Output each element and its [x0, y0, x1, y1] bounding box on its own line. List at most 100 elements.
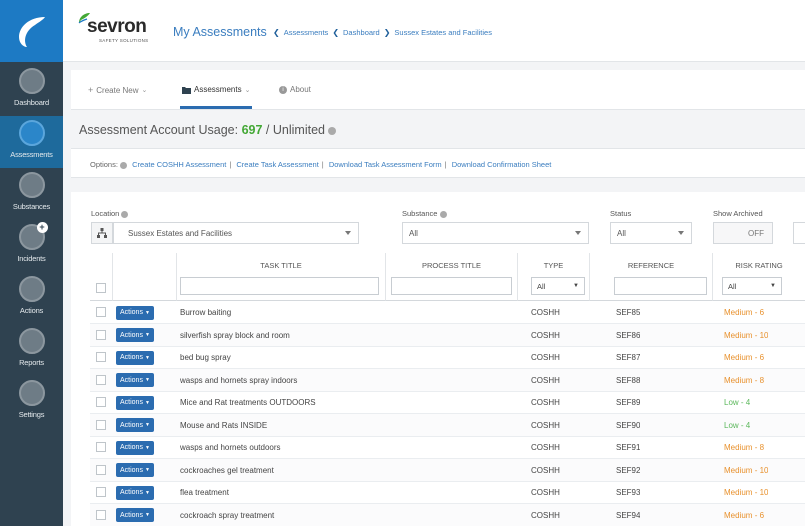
brand-logo[interactable]: sevron SAFETY SOLUTIONS	[77, 12, 167, 48]
create-coshh-link[interactable]: Create COSHH Assessment	[132, 160, 226, 169]
substance-select[interactable]: All	[402, 222, 589, 244]
create-task-link[interactable]: Create Task Assessment	[236, 160, 318, 169]
task-title-cell[interactable]: flea treatment	[180, 481, 385, 504]
risk-score: - 4	[740, 420, 751, 430]
sidebar-item-actions[interactable]: Actions	[0, 272, 63, 324]
actions-button[interactable]: Actions ▼	[116, 440, 154, 455]
tab-assessments[interactable]: Assessments ⌄	[182, 85, 250, 94]
select-all-checkbox[interactable]	[96, 283, 106, 293]
download-confirmation-link[interactable]: Download Confirmation Sheet	[452, 160, 552, 169]
next-filter-box[interactable]	[793, 222, 805, 244]
actions-button[interactable]: Actions ▼	[116, 485, 154, 500]
reference-cell: SEF88	[616, 375, 641, 385]
task-title-header[interactable]: TASK TITLE	[177, 261, 385, 270]
tab-create-new[interactable]: + Create New ⌄	[88, 85, 147, 95]
actions-icon	[18, 276, 45, 302]
table-row[interactable]: Actions ▼ flea treatment COSHH SEF93 Medium -…	[90, 481, 805, 504]
archived-toggle[interactable]: OFF	[713, 222, 773, 244]
reference-cell: SEF93	[616, 488, 641, 497]
row-checkbox[interactable]	[96, 419, 106, 430]
actions-button[interactable]: Actions ▼	[116, 350, 154, 365]
row-checkbox[interactable]	[96, 352, 106, 362]
breadcrumb-location[interactable]: Sussex Estates and Facilities	[394, 28, 492, 37]
actions-button[interactable]: Actions ▼	[116, 305, 154, 320]
table-row[interactable]: Actions ▼ Burrow baiting COSHH SEF85 Medium -…	[90, 301, 805, 324]
risk-rating-cell: Low - 4	[724, 391, 750, 414]
app-logo[interactable]	[0, 0, 63, 62]
table-row[interactable]: Actions ▼ wasps and hornets spray indoors C…	[90, 368, 805, 392]
table-row[interactable]: Actions ▼ wasps and hornets outdoors COSHH S…	[90, 436, 805, 459]
reports-icon	[18, 328, 45, 354]
row-checkbox[interactable]	[96, 487, 106, 497]
table-row[interactable]: Actions ▼ Mice and Rat treatments OUTDOORS…	[90, 391, 805, 414]
actions-cell: Actions ▼	[116, 481, 154, 504]
substances-icon	[18, 172, 45, 198]
actions-label: Actions	[120, 399, 143, 406]
task-title-cell[interactable]: silverfish spray block and room	[180, 324, 385, 347]
task-title-filter-input[interactable]	[180, 277, 379, 295]
row-checkbox[interactable]	[96, 464, 106, 475]
task-title-cell[interactable]: bed bug spray	[180, 346, 385, 369]
row-checkbox[interactable]	[96, 397, 106, 407]
breadcrumb-dashboard[interactable]: Dashboard	[343, 28, 380, 37]
task-title-cell[interactable]: cockroach spray treatment	[180, 504, 385, 526]
actions-button[interactable]: Actions ▼	[116, 418, 154, 432]
actions-button[interactable]: Actions ▼	[116, 373, 154, 387]
task-title-cell[interactable]: cockroaches gel treatment	[180, 459, 385, 482]
header-reference: REFERENCE	[590, 253, 713, 301]
process-title-filter-input[interactable]	[391, 277, 512, 295]
sidebar-item-reports[interactable]: Reports	[0, 324, 63, 376]
row-checkbox[interactable]	[96, 442, 106, 452]
sidebar-item-substances[interactable]: Substances	[0, 168, 63, 220]
table-row[interactable]: Actions ▼ cockroaches gel treatment COSHH SE…	[90, 458, 805, 482]
table-row[interactable]: Actions ▼ Mouse and Rats INSIDE COSHH SEF90 L…	[90, 413, 805, 437]
task-title-cell[interactable]: Mouse and Rats INSIDE	[180, 414, 385, 437]
header-process-title: PROCESS TITLE	[386, 253, 518, 301]
sidebar-item-assessments[interactable]: Assessments	[0, 116, 63, 168]
task-title-cell[interactable]: Burrow baiting	[180, 301, 385, 324]
actions-cell: Actions ▼	[116, 436, 154, 459]
row-checkbox[interactable]	[96, 509, 106, 520]
risk-level: Medium	[724, 488, 753, 497]
sitemap-icon	[97, 228, 107, 238]
breadcrumb-assessments[interactable]: Assessments	[284, 28, 329, 37]
sidebar-item-settings[interactable]: Settings	[0, 376, 63, 428]
reference-cell: SEF86	[616, 330, 641, 340]
status-value: All	[617, 228, 626, 238]
task-title-cell[interactable]: wasps and hornets outdoors	[180, 436, 385, 459]
reference-header[interactable]: REFERENCE	[590, 261, 712, 270]
type-filter-select[interactable]: All ▼	[531, 277, 585, 295]
tab-about[interactable]: i About	[279, 85, 311, 94]
risk-rating-header[interactable]: RISK RATING	[713, 261, 805, 270]
actions-cell: Actions ▼	[116, 459, 154, 482]
reference-filter-input[interactable]	[614, 277, 707, 295]
row-checkbox[interactable]	[96, 374, 106, 385]
actions-button[interactable]: Actions ▼	[116, 328, 154, 342]
risk-rating-cell: Medium - 10	[724, 481, 768, 504]
chevron-left-icon: ❮	[332, 28, 340, 37]
sidebar-item-dashboard[interactable]: Dashboard	[0, 64, 63, 116]
row-checkbox[interactable]	[96, 307, 106, 317]
actions-button[interactable]: Actions ▼	[116, 463, 154, 477]
risk-filter-select[interactable]: All ▼	[722, 277, 782, 295]
task-title-cell[interactable]: wasps and hornets spray indoors	[180, 369, 385, 392]
process-title-header[interactable]: PROCESS TITLE	[386, 261, 517, 270]
table-row[interactable]: Actions ▼ cockroach spray treatment COSHH SE…	[90, 503, 805, 526]
table-row[interactable]: Actions ▼ bed bug spray COSHH SEF87 Medium - …	[90, 346, 805, 369]
location-select[interactable]: Sussex Estates and Facilities	[113, 222, 359, 244]
risk-level: Medium	[724, 375, 753, 385]
actions-button[interactable]: Actions ▼	[116, 508, 154, 522]
type-cell: COSHH	[531, 308, 560, 317]
task-title-cell[interactable]: Mice and Rat treatments OUTDOORS	[180, 391, 385, 414]
location-tree-button[interactable]	[91, 222, 113, 244]
table-row[interactable]: Actions ▼ silverfish spray block and room C…	[90, 323, 805, 347]
info-icon[interactable]	[328, 126, 337, 135]
folder-icon	[182, 86, 191, 94]
row-checkbox[interactable]	[96, 329, 106, 340]
actions-button[interactable]: Actions ▼	[116, 395, 154, 410]
status-select[interactable]: All	[610, 222, 692, 244]
download-task-form-link[interactable]: Download Task Assessment Form	[329, 160, 442, 169]
breadcrumb: ❮ Assessments ❮ Dashboard ❯ Sussex Estat…	[269, 28, 492, 37]
sidebar-item-incidents[interactable]: + Incidents	[0, 220, 63, 272]
type-header[interactable]: TYPE	[518, 261, 589, 270]
